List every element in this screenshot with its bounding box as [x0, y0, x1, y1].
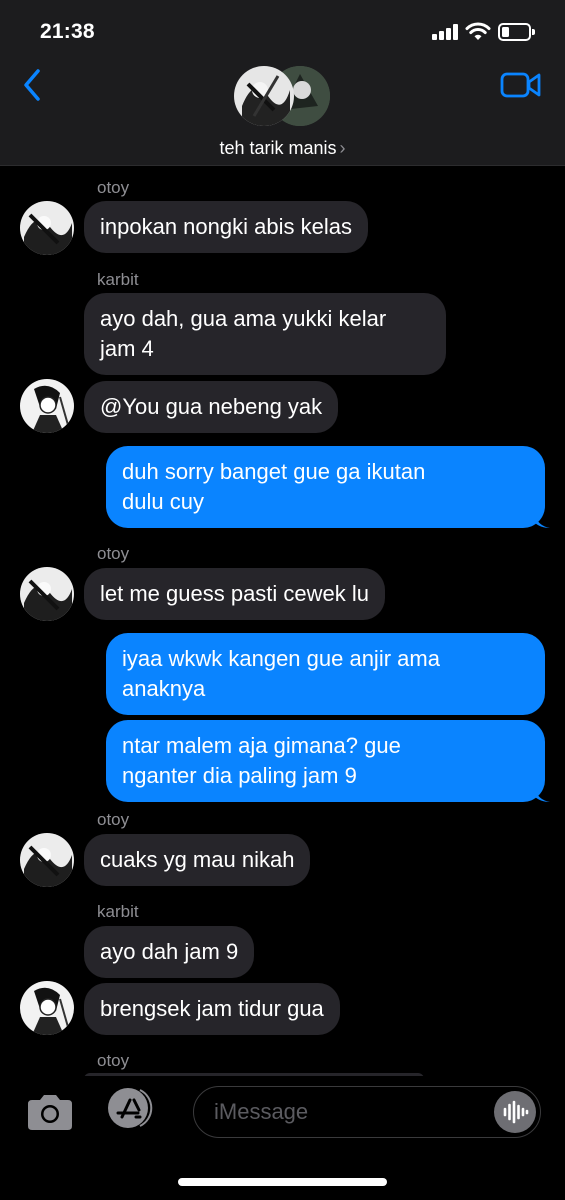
message-text: ayo dah, gua ama yukki kelar — [100, 306, 387, 331]
message-text: iyaa wkwk kangen gue anjir ama — [122, 646, 440, 671]
message-bubble-incoming[interactable]: @You gua nebeng yak — [84, 381, 339, 433]
message-text: duh sorry banget gue ga ikutan — [122, 459, 426, 484]
status-time: 21:38 — [40, 20, 95, 43]
message-input[interactable] — [214, 1095, 484, 1129]
battery-icon — [498, 23, 535, 41]
avatar-otoy — [20, 201, 74, 255]
message-bubble-outgoing[interactable]: iyaa wkwk kangen gue anjir ama anaknya — [106, 633, 545, 715]
imessage-field[interactable] — [193, 1086, 541, 1138]
group-avatar-front — [234, 66, 294, 126]
message-bubble-incoming[interactable]: inpokan nongki abis kelas — [84, 201, 368, 253]
message-text: ntar malem aja gimana? gue — [122, 733, 401, 758]
bubble-tail — [534, 788, 550, 802]
sender-name: karbit — [97, 902, 139, 921]
back-button[interactable] — [20, 66, 46, 104]
video-call-button[interactable] — [500, 70, 542, 100]
cellular-signal-icon — [432, 24, 460, 40]
sender-name: otoy — [97, 178, 130, 197]
message-bubble-outgoing[interactable]: duh sorry banget gue ga ikutan dulu cuy — [106, 446, 545, 528]
avatar-karbit — [20, 379, 74, 433]
home-indicator — [178, 1178, 387, 1186]
group-name-label: teh tarik manis — [219, 138, 337, 158]
message-text: @You gua nebeng yak — [100, 394, 323, 419]
sender-name: otoy — [97, 1051, 130, 1070]
message-bubble-incoming[interactable]: ayo dah jam 9 — [84, 926, 255, 978]
avatar-otoy — [20, 567, 74, 621]
group-avatar[interactable] — [234, 66, 334, 126]
camera-icon[interactable] — [24, 1092, 76, 1132]
chevron-right-icon: › — [339, 138, 346, 158]
sender-name: otoy — [97, 810, 130, 829]
message-text: cuaks yg mau nikah — [100, 847, 295, 872]
message-bubble-outgoing[interactable]: ntar malem aja gimana? gue nganter dia p… — [106, 720, 545, 802]
sender-name: karbit — [97, 270, 139, 289]
waveform-icon[interactable] — [494, 1091, 536, 1133]
bubble-tail — [534, 514, 550, 528]
group-name[interactable]: teh tarik manis › — [0, 138, 565, 159]
message-bubble-incoming[interactable]: ayo dah, gua ama yukki kelar jam 4 — [84, 293, 446, 375]
message-text: dulu cuy — [122, 489, 204, 514]
message-bubble-incoming[interactable]: brengsek jam tidur gua — [84, 983, 340, 1035]
message-text: let me guess pasti cewek lu — [100, 581, 370, 606]
message-bubble-incoming[interactable]: cuaks yg mau nikah — [84, 834, 311, 886]
message-text: nganter dia paling jam 9 — [122, 763, 357, 788]
message-text: brengsek jam tidur gua — [100, 996, 324, 1021]
avatar-karbit — [20, 981, 74, 1035]
chat-header: 21:38 teh tarik manis › — [0, 0, 565, 166]
sender-name: otoy — [97, 544, 130, 563]
message-text: jam 4 — [100, 336, 154, 361]
message-bubble-incoming[interactable]: let me guess pasti cewek lu — [84, 568, 386, 620]
message-text: anaknya — [122, 676, 206, 701]
wifi-icon — [465, 22, 491, 40]
avatar-otoy — [20, 833, 74, 887]
app-store-icon[interactable] — [106, 1086, 162, 1130]
message-text: inpokan nongki abis kelas — [100, 214, 352, 239]
message-text: ayo dah jam 9 — [100, 939, 239, 964]
